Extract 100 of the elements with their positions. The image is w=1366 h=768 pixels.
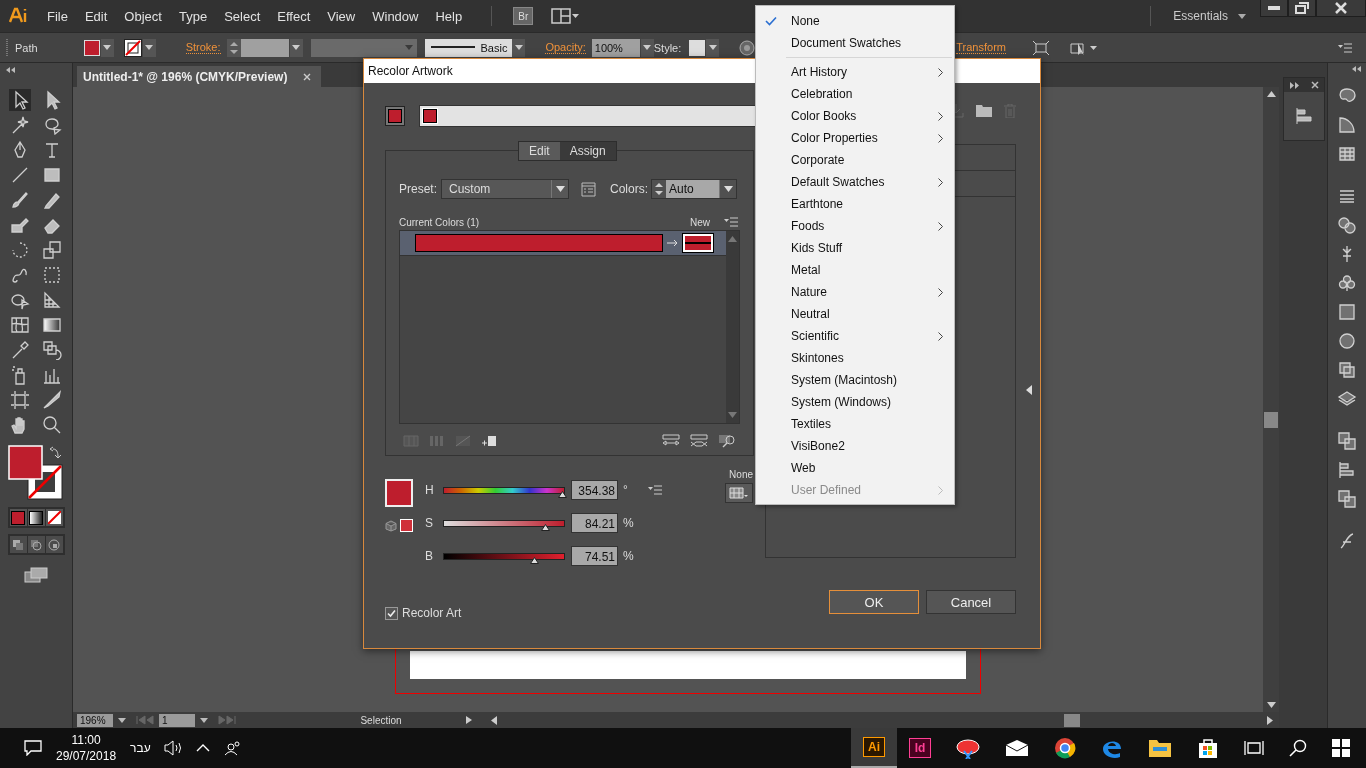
menu-item[interactable]: Neutral: [756, 303, 954, 325]
zoom-field[interactable]: 196%: [77, 713, 113, 727]
new-row-icon[interactable]: [481, 435, 497, 447]
mesh-icon[interactable]: [9, 314, 31, 336]
menu-item[interactable]: Textiles: [756, 413, 954, 435]
recolor-art-checkbox[interactable]: Recolor Art: [385, 606, 754, 620]
volume-icon[interactable]: [163, 740, 182, 756]
windows-start-icon[interactable]: [1332, 739, 1350, 757]
minimize-button[interactable]: [1260, 0, 1288, 17]
isolate-icon[interactable]: [1032, 39, 1050, 56]
align-icon[interactable]: [1294, 106, 1314, 126]
brush-dropdown[interactable]: Basic: [424, 38, 526, 57]
collapse-icon[interactable]: [6, 67, 16, 73]
caret-icon[interactable]: [117, 715, 127, 725]
workspace-switcher[interactable]: Essentials: [1173, 9, 1228, 23]
draw-normal-button[interactable]: [9, 536, 27, 553]
scroll-thumb[interactable]: [1264, 411, 1278, 428]
paint-palette-app-icon[interactable]: [956, 737, 980, 759]
scroll-up-icon[interactable]: [1266, 91, 1276, 97]
menu-item[interactable]: Corporate: [756, 149, 954, 171]
illustrator-app-button[interactable]: Ai: [851, 728, 897, 768]
close-icon[interactable]: [1310, 81, 1319, 89]
perspective-grid-icon[interactable]: [41, 289, 63, 311]
club-icon[interactable]: [1337, 273, 1357, 293]
document-tab[interactable]: Untitled-1* @ 196% (CMYK/Preview): [77, 66, 322, 87]
color-guide-icon[interactable]: [1337, 115, 1357, 135]
menu-item[interactable]: System (Windows): [756, 391, 954, 413]
scroll-thumb[interactable]: [1064, 713, 1080, 727]
menu-item[interactable]: Kids Stuff: [756, 237, 954, 259]
close-icon[interactable]: [303, 72, 312, 81]
dialog-tab[interactable]: Edit: [519, 142, 560, 160]
slider-thumb[interactable]: [530, 556, 539, 564]
artboard-field[interactable]: 1: [159, 713, 195, 727]
color-group-storage-button[interactable]: [725, 483, 753, 503]
gradient-swatch-icon[interactable]: [1337, 302, 1357, 322]
panel-menu-icon[interactable]: [724, 217, 738, 227]
scroll-right-icon[interactable]: [1267, 715, 1273, 725]
store-app-icon[interactable]: [1197, 737, 1219, 759]
menu-item[interactable]: Scientific: [756, 325, 954, 347]
stroke-swatch-dropdown[interactable]: [123, 38, 156, 57]
menu-item[interactable]: Document Swatches: [756, 32, 954, 54]
symbols-icon[interactable]: [1337, 215, 1357, 235]
menu-item[interactable]: Celebration: [756, 83, 954, 105]
gradient-mode-button[interactable]: [27, 509, 45, 526]
pathfinder-icon[interactable]: [1337, 489, 1357, 509]
blend-icon[interactable]: [41, 339, 63, 361]
chrome-app-icon[interactable]: [1054, 737, 1076, 759]
menu-item[interactable]: Edit: [84, 8, 108, 24]
style-dropdown[interactable]: [689, 38, 720, 57]
value-field[interactable]: 74.51: [571, 546, 618, 566]
slider-thumb[interactable]: [557, 490, 567, 498]
fill-swatch-dropdown[interactable]: [83, 38, 114, 57]
menu-item[interactable]: VisiBone2: [756, 435, 954, 457]
folder-app-icon[interactable]: [1148, 738, 1172, 758]
draw-behind-button[interactable]: [27, 536, 45, 553]
ok-button[interactable]: OK: [829, 590, 919, 614]
zoom-icon[interactable]: [41, 414, 63, 436]
menu-item[interactable]: View: [327, 8, 356, 24]
play-icon[interactable]: [465, 715, 473, 725]
arrange-documents-icon[interactable]: [551, 8, 580, 24]
vertical-scrollbar[interactable]: [1263, 87, 1279, 712]
people-icon[interactable]: [223, 740, 242, 756]
task-view-icon[interactable]: [1244, 739, 1264, 757]
panel-menu-icon[interactable]: [647, 485, 662, 495]
slider-thumb[interactable]: [540, 523, 550, 531]
menu-item[interactable]: Art History: [756, 61, 954, 83]
cube-icon[interactable]: [385, 519, 397, 532]
stroke-weight-field[interactable]: [226, 38, 303, 57]
fill-stroke-swatches-icon[interactable]: [8, 445, 64, 501]
scroll-left-icon[interactable]: [491, 715, 497, 725]
cancel-button[interactable]: Cancel: [926, 590, 1016, 614]
new-color-swatch[interactable]: [683, 234, 713, 252]
mail-app-icon[interactable]: [1005, 739, 1029, 757]
swatches-icon[interactable]: [1337, 144, 1357, 164]
transparency-icon[interactable]: [1337, 360, 1357, 380]
close-button[interactable]: [1316, 0, 1366, 17]
menu-item[interactable]: Help: [435, 8, 463, 24]
menu-item[interactable]: File: [47, 8, 68, 24]
dialog-tab[interactable]: Assign: [559, 142, 616, 160]
menu-item[interactable]: Nature: [756, 281, 954, 303]
menu-item[interactable]: Default Swatches: [756, 171, 954, 193]
menu-item[interactable]: Color Books: [756, 105, 954, 127]
bridge-button[interactable]: Br: [513, 7, 534, 25]
checkbox[interactable]: [385, 606, 398, 620]
none-mode-button[interactable]: [45, 509, 63, 526]
find-color-icon[interactable]: [718, 434, 736, 448]
folder-icon[interactable]: [976, 104, 992, 117]
draw-inside-button[interactable]: [45, 536, 63, 553]
gamut-swatch[interactable]: [400, 519, 413, 532]
value-field[interactable]: 354.38: [571, 480, 618, 500]
exclude-color-icon[interactable]: [455, 435, 471, 447]
search-icon[interactable]: [1289, 739, 1307, 757]
clock[interactable]: 11:00 29/07/2018: [56, 732, 117, 764]
align-icon[interactable]: [1337, 460, 1357, 480]
artboard-icon[interactable]: [9, 389, 31, 411]
menu-item[interactable]: Web: [756, 457, 954, 479]
scale-icon[interactable]: [41, 239, 63, 261]
list-options-icon[interactable]: [581, 181, 596, 197]
screen-mode-icon[interactable]: [24, 567, 48, 583]
separate-colors-icon[interactable]: [429, 435, 445, 447]
